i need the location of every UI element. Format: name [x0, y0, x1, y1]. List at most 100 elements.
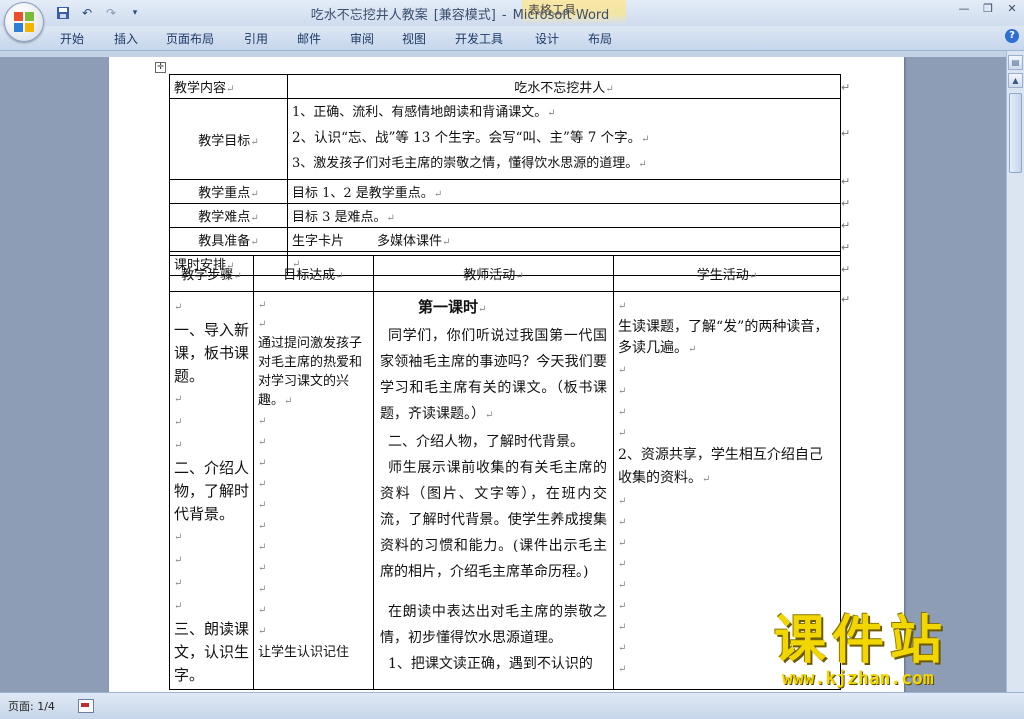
paragraph-mark: ↵	[250, 237, 259, 248]
paragraph-mark: ↵	[618, 538, 627, 549]
goals-cell[interactable]: ↵ ↵ 通过提问激发孩子对毛主席的热爱和对学习课文的兴趣。 ↵ ↵ ↵ ↵ ↵ ↵…	[253, 291, 374, 690]
table-move-handle[interactable]: ✛	[155, 62, 166, 73]
value-cell[interactable]: 目标 1、2 是教学重点。↵	[287, 179, 841, 204]
teacher-p1: 同学们，你们听说过我国第一代国家领袖毛主席的事迹吗？今天我们要学习和毛主席有关的…	[380, 328, 607, 422]
paragraph-mark: ↵	[618, 428, 627, 439]
document-area: ✛ 教学内容↵ 吃水不忘挖井人↵ 教学目标↵ 1、正确、流利、有感情地朗读和背诵…	[0, 57, 1006, 692]
paragraph-mark: ↵	[258, 584, 267, 595]
value-cell[interactable]: 目标 3 是难点。↵	[287, 203, 841, 228]
table-row: ↵ 一、导入新课，板书课题。 ↵ ↵ ↵ 二、介绍人物，了解时代背景。 ↵ ↵ …	[169, 291, 841, 690]
info-table: 教学内容↵ 吃水不忘挖井人↵ 教学目标↵ 1、正确、流利、有感情地朗读和背诵课文…	[169, 74, 841, 276]
proofing-icon[interactable]	[78, 699, 94, 713]
paragraph-mark: ↵	[258, 458, 267, 469]
window-controls: — ❐ ✕	[956, 2, 1020, 16]
tab-design[interactable]: 设计	[535, 30, 559, 47]
table-header-row: 教学步骤↵ 目标达成↵ 教师活动↵ 学生活动↵	[169, 255, 841, 292]
paragraph-mark: ↵	[174, 532, 183, 543]
step-intro: 一、导入新课，板书课题。	[174, 321, 250, 385]
watermark-url: www.kjzhan.com	[782, 668, 934, 689]
row-end-mark: ↵	[841, 241, 851, 254]
help-icon[interactable]: ?	[1005, 29, 1019, 43]
teacher-cell[interactable]: 第一课时↵ 同学们，你们听说过我国第一代国家领袖毛主席的事迹吗？今天我们要学习和…	[373, 291, 614, 690]
goal-line: 2、认识“忘、战”等 13 个生字。会写“叫、主”等 7 个字。↵	[292, 126, 836, 152]
paragraph-mark: ↵	[174, 394, 183, 405]
table-row: 教学难点↵ 目标 3 是难点。↵	[169, 203, 841, 228]
goal-text: 通过提问激发孩子对毛主席的热爱和对学习课文的兴趣。	[258, 336, 363, 408]
paragraph-mark: ↵	[478, 304, 487, 315]
ribbon-tabs: 开始 插入 页面布局 引用 邮件 审阅 视图 开发工具 设计 布局	[0, 26, 1024, 51]
header-cell: 教师活动↵	[373, 255, 614, 292]
office-button[interactable]	[4, 2, 44, 42]
table-row: 教学内容↵ 吃水不忘挖井人↵	[169, 74, 841, 99]
lesson-heading: 第一课时	[418, 298, 479, 316]
tab-page-layout[interactable]: 页面布局	[166, 30, 214, 47]
compat-mode: [兼容模式]	[433, 8, 496, 23]
value-cell[interactable]: 1、正确、流利、有感情地朗读和背诵课文。↵ 2、认识“忘、战”等 13 个生字。…	[287, 98, 841, 180]
paragraph-mark: ↵	[618, 580, 627, 591]
restore-icon[interactable]: ❐	[980, 2, 996, 16]
paragraph-mark: ↵	[618, 301, 627, 312]
tab-home[interactable]: 开始	[60, 30, 84, 47]
paragraph-mark: ↵	[174, 555, 183, 566]
minimize-icon[interactable]: —	[956, 2, 972, 16]
label-cell: 教学重点↵	[169, 179, 288, 204]
paragraph-mark: ↵	[258, 500, 267, 511]
value-cell[interactable]: 吃水不忘挖井人↵	[287, 74, 841, 99]
paragraph-mark: ↵	[618, 517, 627, 528]
paragraph-mark: ↵	[485, 410, 494, 421]
page-indicator[interactable]: 页面: 1/4	[8, 698, 55, 714]
paragraph-mark: ↵	[618, 407, 627, 418]
paragraph-mark: ↵	[250, 136, 259, 148]
page[interactable]: ✛ 教学内容↵ 吃水不忘挖井人↵ 教学目标↵ 1、正确、流利、有感情地朗读和背诵…	[109, 57, 904, 692]
label-key-points: 教学重点	[198, 186, 251, 201]
paragraph-mark: ↵	[258, 563, 267, 574]
tab-view[interactable]: 视图	[402, 30, 426, 47]
tab-layout[interactable]: 布局	[588, 30, 612, 47]
office-logo-icon	[14, 12, 34, 32]
paragraph-mark: ↵	[250, 189, 259, 200]
paragraph-mark: ↵	[233, 271, 242, 282]
paragraph-mark: ↵	[174, 440, 183, 451]
table-row: 教学重点↵ 目标 1、2 是教学重点。↵	[169, 179, 841, 204]
paragraph-mark: ↵	[258, 542, 267, 553]
row-end-mark: ↵	[841, 175, 851, 188]
label-materials: 教具准备	[198, 234, 251, 249]
tab-developer[interactable]: 开发工具	[455, 30, 503, 47]
close-icon[interactable]: ✕	[1004, 2, 1020, 16]
student-s2: 2、资源共享，学生相互介绍自己收集的资料。	[618, 447, 823, 486]
goal-line: 3、激发孩子们对毛主席的崇敬之情，懂得饮水思源的道理。↵	[292, 152, 836, 177]
paragraph-mark: ↵	[174, 601, 183, 612]
scroll-up-icon[interactable]: ▲	[1008, 73, 1023, 88]
tab-review[interactable]: 审阅	[350, 30, 374, 47]
tab-references[interactable]: 引用	[244, 30, 268, 47]
paragraph-mark: ↵	[258, 416, 267, 427]
app-name: Microsoft Word	[512, 8, 610, 23]
paragraph-mark: ↵	[433, 189, 443, 200]
row-end-mark: ↵	[841, 197, 851, 210]
label-cell: 教学难点↵	[169, 203, 288, 228]
tab-mailings[interactable]: 邮件	[297, 30, 321, 47]
scroll-thumb[interactable]	[1009, 93, 1022, 173]
steps-cell[interactable]: ↵ 一、导入新课，板书课题。 ↵ ↵ ↵ 二、介绍人物，了解时代背景。 ↵ ↵ …	[169, 291, 254, 690]
paragraph-mark: ↵	[618, 386, 627, 397]
paragraph-mark: ↵	[688, 344, 697, 355]
header-cell: 教学步骤↵	[169, 255, 254, 292]
ruler-toggle-icon[interactable]: ▤	[1008, 55, 1023, 70]
value-cell[interactable]: 生字卡片 多媒体课件↵	[287, 227, 841, 252]
paragraph-mark: ↵	[515, 271, 524, 282]
paragraph-mark: ↵	[618, 496, 627, 507]
status-bar: 页面: 1/4	[0, 692, 1024, 719]
label-cell: 教学目标↵	[169, 98, 288, 180]
paragraph-mark: ↵	[250, 213, 259, 224]
row-end-mark: ↵	[841, 219, 851, 232]
vertical-scrollbar[interactable]: ▤ ▲	[1006, 51, 1024, 692]
lesson-title: 吃水不忘挖井人	[514, 81, 606, 96]
paragraph-mark: ↵	[386, 213, 395, 224]
tab-insert[interactable]: 插入	[114, 30, 138, 47]
paragraph-mark: ↵	[258, 521, 267, 532]
paragraph-mark: ↵	[641, 134, 650, 145]
title-separator: -	[501, 8, 507, 23]
header-cell: 学生活动↵	[613, 255, 841, 292]
paragraph-mark: ↵	[258, 605, 267, 616]
